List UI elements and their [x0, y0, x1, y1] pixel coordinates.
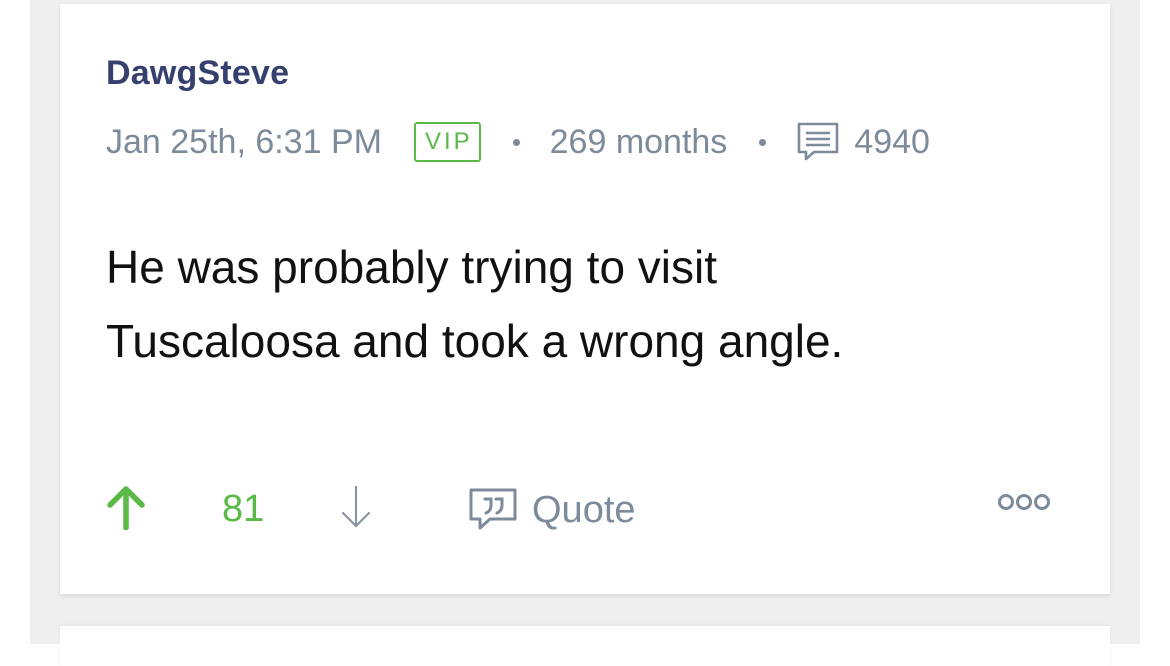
post-card: DawgSteve Jan 25th, 6:31 PM VIP 269 mont… [60, 4, 1110, 594]
separator-dot [759, 138, 767, 146]
vote-count: 81 [222, 488, 265, 530]
more-options-icon[interactable] [998, 494, 1050, 510]
arrow-up-icon[interactable] [106, 484, 146, 530]
post-meta: Jan 25th, 6:31 PM VIP 269 months 4940 [106, 120, 930, 164]
arrow-down-icon[interactable] [338, 484, 374, 530]
author-name[interactable]: DawgSteve [106, 54, 289, 93]
more-dot [1034, 494, 1050, 510]
separator-dot [512, 138, 520, 146]
post-count: 4940 [854, 122, 930, 161]
post-actions: 81 Quote [106, 476, 1066, 540]
quote-bubble-icon [469, 488, 517, 530]
post-body-line: Tuscaloosa and took a wrong angle. [106, 315, 844, 367]
more-dot [998, 494, 1014, 510]
post-body: He was probably trying to visit Tuscaloo… [106, 230, 1006, 378]
comments-icon [798, 122, 839, 161]
member-duration: 269 months [549, 122, 728, 161]
quote-label: Quote [532, 488, 636, 531]
next-post-card [60, 626, 1110, 666]
more-dot [1016, 494, 1032, 510]
post-timestamp: Jan 25th, 6:31 PM [106, 122, 382, 161]
post-body-line: He was probably trying to visit [106, 241, 718, 293]
quote-button[interactable]: Quote [468, 486, 636, 534]
vip-badge: VIP [413, 122, 481, 162]
